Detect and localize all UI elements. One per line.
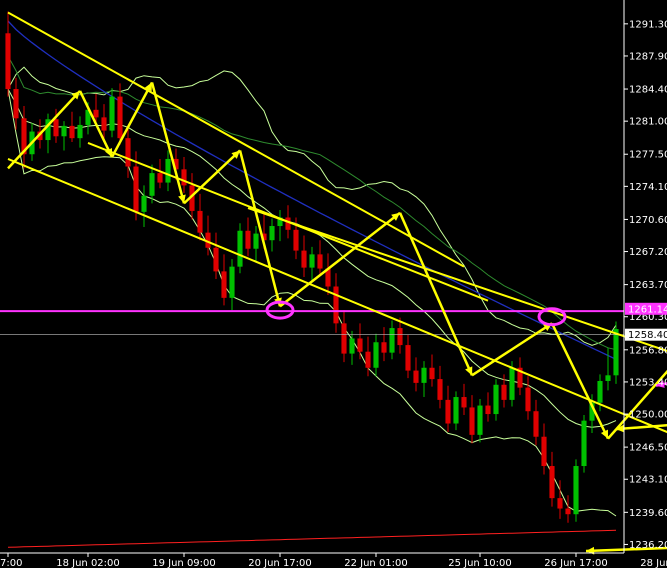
candle-body xyxy=(501,384,507,400)
candle-body xyxy=(349,338,355,354)
candle-body xyxy=(309,254,315,268)
price-tick-label: 1256.80 xyxy=(629,345,667,356)
candle-body xyxy=(53,119,59,137)
price-tick-label: 1246.50 xyxy=(629,443,667,454)
time-tick-label: 28 Jun 01:00 xyxy=(640,558,667,568)
candle-body xyxy=(533,411,539,437)
candle-body xyxy=(437,379,443,400)
candle-body xyxy=(469,407,475,435)
price-tick-label: 1267.20 xyxy=(629,247,667,258)
price-badge-label: 1261.14 xyxy=(628,304,667,315)
chart-background xyxy=(0,0,667,568)
candle-body xyxy=(389,328,395,353)
price-tick-label: 1284.40 xyxy=(629,85,667,96)
price-tick-label: 1291.30 xyxy=(629,19,667,30)
candle-body xyxy=(445,399,451,424)
time-tick-label: 22 Jun 01:00 xyxy=(344,558,408,568)
price-badge-label: 1258.40 xyxy=(628,330,667,341)
candle-body xyxy=(509,367,515,400)
price-tick-label: 1277.50 xyxy=(629,150,667,161)
candle-body xyxy=(557,498,563,509)
candle-body xyxy=(341,323,347,354)
candle-body xyxy=(429,367,435,380)
price-chart: 1291.30 1287.90 1284.40 1281.00 1277.50 1274.… xyxy=(0,0,667,568)
candle-body xyxy=(421,367,427,383)
candle-body xyxy=(61,125,67,137)
time-tick-label: 26 Jun 17:00 xyxy=(544,558,608,568)
candle-body xyxy=(461,397,467,408)
candle-body xyxy=(197,210,203,233)
candle-body xyxy=(181,169,187,186)
candle-body xyxy=(573,466,579,515)
candle-body xyxy=(581,420,587,467)
candle-body xyxy=(125,138,131,167)
candle-body xyxy=(549,466,555,499)
candle-body xyxy=(365,351,371,368)
candle-body xyxy=(405,345,411,371)
candle-body xyxy=(245,230,251,249)
candle-body xyxy=(269,226,275,241)
candle-body xyxy=(453,397,459,424)
candle-body xyxy=(357,338,363,352)
price-tick-label: 1239.60 xyxy=(629,508,667,519)
candle-body xyxy=(69,125,75,139)
chart-svg: 1291.30 1287.90 1284.40 1281.00 1277.50 1274.… xyxy=(0,0,667,568)
time-tick-label: 18 Jun 02:00 xyxy=(56,558,120,568)
candle-body xyxy=(157,173,163,183)
candle-body xyxy=(301,250,307,268)
candle-body xyxy=(525,387,531,412)
candle-body xyxy=(133,166,139,212)
candle-body xyxy=(77,124,83,139)
candle-body xyxy=(141,195,147,212)
candle-body xyxy=(477,405,483,435)
price-tick-label: 1270.60 xyxy=(629,215,667,226)
candle-body xyxy=(285,217,291,230)
candle-body xyxy=(397,328,403,346)
time-tick-label: 19 Jun 09:00 xyxy=(152,558,216,568)
candle-body xyxy=(117,96,123,139)
time-tick-label: 20 Jun 17:00 xyxy=(248,558,312,568)
price-tick-label: 1236.20 xyxy=(629,540,667,551)
price-tick-label: 1243.10 xyxy=(629,475,667,486)
candle-body xyxy=(221,271,227,298)
candle-body xyxy=(229,266,235,298)
candle-body xyxy=(101,117,107,131)
candle-body xyxy=(605,375,611,381)
candle-body xyxy=(237,230,243,267)
candle-body xyxy=(597,380,603,403)
candle-body xyxy=(413,370,419,383)
candle-body xyxy=(93,109,99,118)
candle-body xyxy=(293,229,299,251)
time-tick-label: 7:00 xyxy=(0,558,22,568)
price-tick-label: 1263.70 xyxy=(629,280,667,291)
candle-body xyxy=(485,405,491,415)
candle-body xyxy=(13,89,19,119)
price-tick-label: 1287.90 xyxy=(629,51,667,62)
candle-body xyxy=(149,173,155,196)
candle-body xyxy=(381,342,387,353)
candle-body xyxy=(541,436,547,467)
price-tick-label: 1281.00 xyxy=(629,117,667,128)
candle-body xyxy=(109,96,115,131)
price-tick-label: 1250.00 xyxy=(629,410,667,421)
price-tick-label: 1253.40 xyxy=(629,377,667,388)
candle-body xyxy=(373,342,379,368)
candle-body xyxy=(5,33,11,90)
candle-body xyxy=(493,384,499,415)
price-tick-label: 1274.10 xyxy=(629,182,667,193)
candle-body xyxy=(613,329,619,376)
candle-body xyxy=(213,247,219,272)
candle-body xyxy=(253,233,259,249)
candle-body xyxy=(565,508,571,515)
candle-body xyxy=(165,158,171,183)
candle-body xyxy=(333,286,339,324)
candle-body xyxy=(317,254,323,269)
time-tick-label: 25 Jun 10:00 xyxy=(448,558,512,568)
